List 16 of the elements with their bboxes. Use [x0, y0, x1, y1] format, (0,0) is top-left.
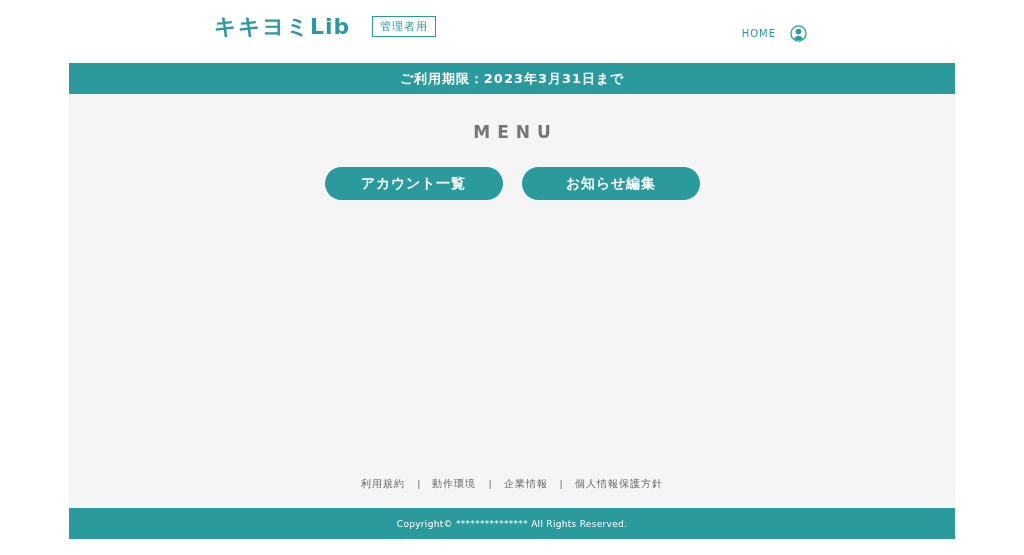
- user-icon[interactable]: [790, 25, 807, 42]
- separator: |: [559, 478, 563, 491]
- copyright-text: Copyright© *************** All Rights Reserved.: [396, 518, 628, 529]
- footer-link[interactable]: 利用規約: [361, 478, 406, 491]
- notice-text: ご利用期限：2023年3月31日まで: [399, 69, 625, 88]
- footer-link[interactable]: 企業情報: [503, 478, 548, 491]
- menu-title: MENU: [472, 122, 558, 142]
- separator: |: [488, 478, 492, 491]
- menu-button[interactable]: アカウント一覧: [324, 167, 503, 200]
- logo[interactable]: キキヨミLib: [214, 11, 351, 42]
- separator: |: [417, 478, 421, 491]
- footer-link[interactable]: 動作環境: [432, 478, 477, 491]
- footer-link[interactable]: 個人情報保護方針: [574, 478, 663, 491]
- menu-button[interactable]: お知らせ編集: [521, 167, 700, 200]
- admin-badge: 管理者用: [372, 16, 437, 37]
- home-link[interactable]: HOME: [741, 28, 776, 39]
